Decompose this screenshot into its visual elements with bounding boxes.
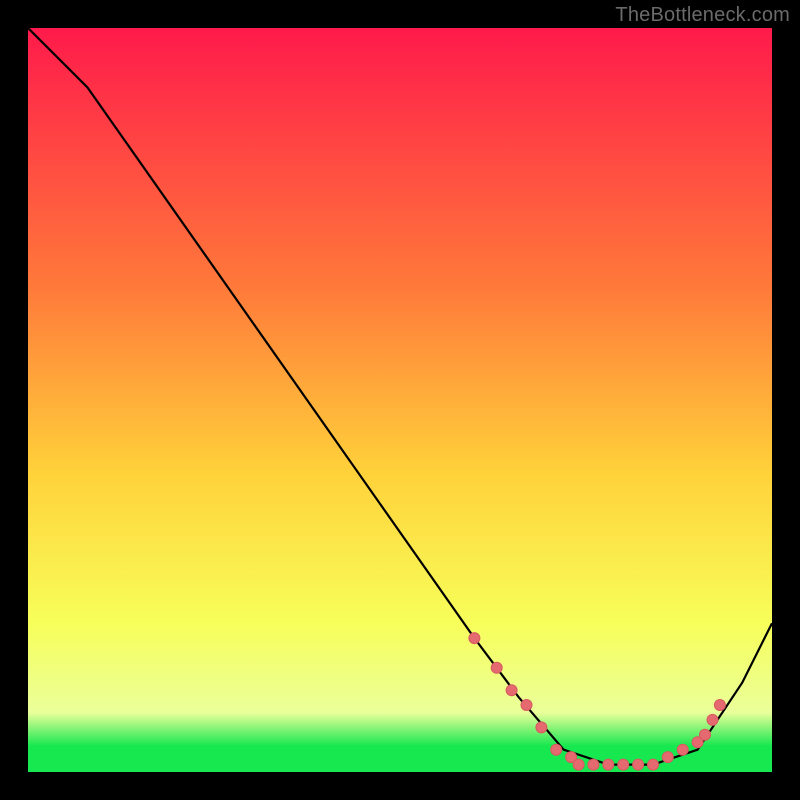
bottleneck-chart xyxy=(28,28,772,772)
marker-dot xyxy=(551,744,562,755)
marker-dot xyxy=(633,759,644,770)
marker-dot xyxy=(662,752,673,763)
marker-dot xyxy=(536,722,547,733)
marker-dot xyxy=(618,759,629,770)
marker-dot xyxy=(707,714,718,725)
marker-dot xyxy=(714,700,725,711)
marker-dot xyxy=(491,662,502,673)
marker-dot xyxy=(588,759,599,770)
marker-dot xyxy=(603,759,614,770)
watermark-text: TheBottleneck.com xyxy=(615,4,790,27)
marker-dot xyxy=(677,744,688,755)
marker-dot xyxy=(573,759,584,770)
marker-dot xyxy=(700,729,711,740)
marker-dot xyxy=(506,685,517,696)
chart-frame: TheBottleneck.com xyxy=(0,0,800,800)
marker-dot xyxy=(521,700,532,711)
gradient-background xyxy=(28,28,772,772)
plot-area xyxy=(28,28,772,772)
marker-dot xyxy=(648,759,659,770)
marker-dot xyxy=(469,633,480,644)
